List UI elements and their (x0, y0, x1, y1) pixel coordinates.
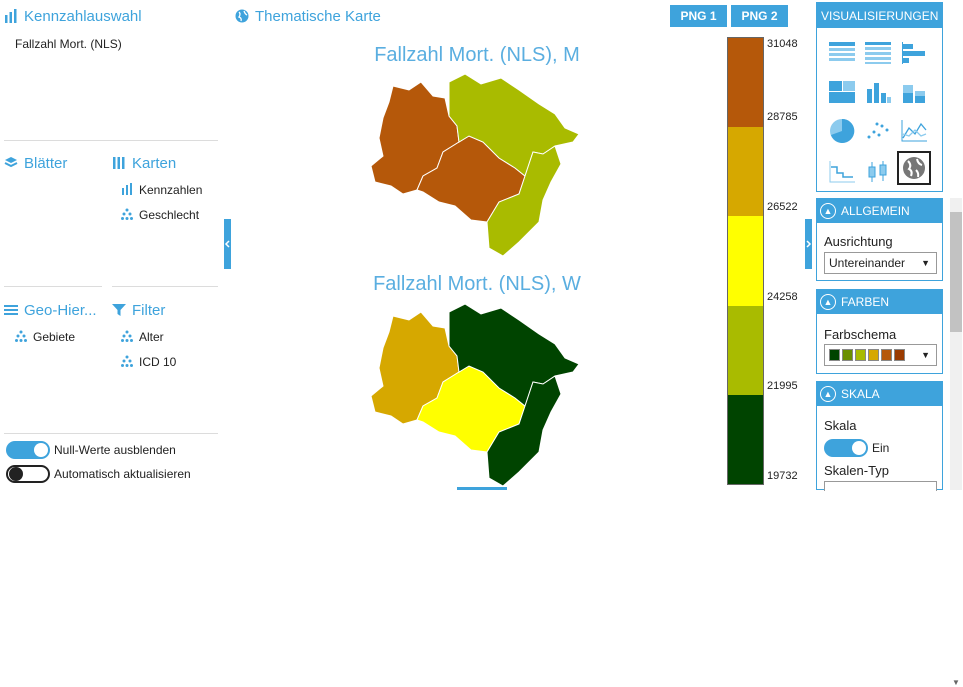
bar-chart-icon (121, 183, 133, 197)
color-swatch (894, 349, 905, 361)
main-map-area: Thematische Karte PNG 1 PNG 2 Fallzahl M… (231, 0, 805, 490)
bar-chart-icon (4, 8, 18, 25)
geo-item-gebiete[interactable]: Gebiete (15, 330, 75, 344)
filter-icon (112, 303, 126, 319)
skala-header[interactable]: ▲ SKALA (816, 381, 943, 406)
hierarchy-icon (121, 355, 133, 369)
farben-panel: Farbschema ▼ (816, 314, 943, 374)
hierarchy-icon (121, 330, 133, 344)
color-swatch (855, 349, 866, 361)
step-chart-icon[interactable] (825, 155, 859, 189)
color-swatch (829, 349, 840, 361)
line-chart-icon[interactable] (897, 114, 931, 148)
menu-icon (4, 303, 18, 319)
geo-section-title: Geo-Hier... (4, 302, 97, 319)
color-legend (727, 37, 764, 485)
auto-update-switch[interactable] (6, 465, 50, 483)
map-section-title: Thematische Karte (235, 8, 381, 25)
blaetter-section-title: Blätter (4, 155, 67, 172)
right-panel: VISUALISIERUNGEN ▲ ALLGEMEIN Ausrichtung… (816, 0, 946, 491)
legend-label: 28785 (767, 111, 798, 123)
color-swatch (881, 349, 892, 361)
karten-section-title: Karten (112, 155, 176, 172)
map1[interactable] (369, 72, 585, 258)
globe-icon (235, 9, 249, 25)
null-werte-switch[interactable] (6, 441, 50, 459)
png1-button[interactable]: PNG 1 (670, 5, 727, 27)
scatter-icon[interactable] (861, 114, 895, 148)
left-panel: Kennzahlauswahl Fallzahl Mort. (NLS) Blä… (0, 0, 224, 490)
allgemein-panel: Ausrichtung Untereinander ▼ (816, 223, 943, 281)
table-icon[interactable] (825, 36, 859, 70)
scrollbar-thumb[interactable] (950, 212, 962, 332)
filter-item-alter[interactable]: Alter (121, 330, 164, 344)
skala-switch[interactable] (824, 439, 868, 457)
ausrichtung-select[interactable]: Untereinander ▼ (824, 252, 937, 274)
treemap-icon[interactable] (825, 75, 859, 109)
legend-color-band (728, 394, 763, 485)
columns-icon (112, 156, 126, 172)
skala-toggle[interactable]: Ein (824, 439, 889, 457)
ausrichtung-label: Ausrichtung (824, 234, 893, 249)
karten-item-kennzahlen[interactable]: Kennzahlen (121, 183, 202, 197)
globe-map-icon[interactable] (897, 151, 931, 185)
map1-title: Fallzahl Mort. (NLS), M (374, 44, 580, 66)
chevron-up-icon: ▲ (820, 385, 836, 402)
farbschema-select[interactable]: ▼ (824, 344, 937, 366)
legend-color-band (728, 127, 763, 217)
color-swatch (842, 349, 853, 361)
color-swatch (868, 349, 879, 361)
pie-chart-icon[interactable] (825, 114, 859, 148)
legend-label: 19732 (767, 470, 798, 482)
stacked-bar-icon[interactable] (897, 75, 931, 109)
bar-chart-icon[interactable] (861, 75, 895, 109)
divider (4, 286, 102, 287)
boxplot-icon[interactable] (861, 155, 895, 189)
legend-label: 21995 (767, 380, 798, 392)
filter-item-icd10[interactable]: ICD 10 (121, 355, 176, 369)
legend-color-band (728, 305, 763, 395)
farbschema-label: Farbschema (824, 327, 897, 342)
divider (4, 433, 218, 434)
divider (4, 140, 218, 141)
visualisierungen-panel: VISUALISIERUNGEN (816, 2, 943, 192)
hierarchy-icon (121, 208, 133, 222)
color-scheme-swatches (829, 349, 905, 361)
toggle-null-werte[interactable]: Null-Werte ausblenden (6, 441, 176, 459)
chevron-up-icon: ▲ (820, 202, 836, 219)
skalen-typ-label: Skalen-Typ (824, 463, 890, 478)
left-collapse-handle[interactable] (224, 219, 231, 269)
allgemein-header[interactable]: ▲ ALLGEMEIN (816, 198, 943, 223)
skala-label: Skala (824, 418, 857, 433)
scroll-down-icon[interactable]: ▼ (952, 678, 960, 687)
karten-item-geschlecht[interactable]: Geschlecht (121, 208, 199, 222)
skala-panel: Skala Ein Skalen-Typ (816, 406, 943, 491)
chevron-up-icon: ▲ (820, 293, 836, 310)
filter-section-title: Filter (112, 302, 165, 319)
kennzahl-section-title: Kennzahlauswahl (4, 8, 142, 25)
legend-label: 24258 (767, 291, 798, 303)
farben-header[interactable]: ▲ FARBEN (816, 289, 943, 314)
png2-button[interactable]: PNG 2 (731, 5, 788, 27)
divider (112, 286, 218, 287)
legend-color-band (728, 216, 763, 306)
chevron-down-icon: ▼ (921, 258, 930, 268)
visualisierungen-header: VISUALISIERUNGEN (817, 3, 942, 28)
horizontal-bar-icon[interactable] (897, 36, 931, 70)
chevron-down-icon: ▼ (921, 350, 930, 360)
legend-color-band (728, 38, 763, 128)
map2-title: Fallzahl Mort. (NLS), W (373, 273, 581, 295)
list-table-icon[interactable] (861, 36, 895, 70)
layers-icon (4, 156, 18, 172)
toggle-auto-update[interactable]: Automatisch aktualisieren (6, 465, 191, 483)
legend-label: 31048 (767, 38, 798, 50)
right-scrollbar[interactable]: ▼ (950, 198, 962, 687)
map2[interactable] (369, 302, 585, 488)
right-collapse-handle[interactable] (805, 219, 812, 269)
hierarchy-icon (15, 330, 27, 344)
kennzahl-selected-item[interactable]: Fallzahl Mort. (NLS) (15, 37, 122, 51)
legend-label: 26522 (767, 201, 798, 213)
